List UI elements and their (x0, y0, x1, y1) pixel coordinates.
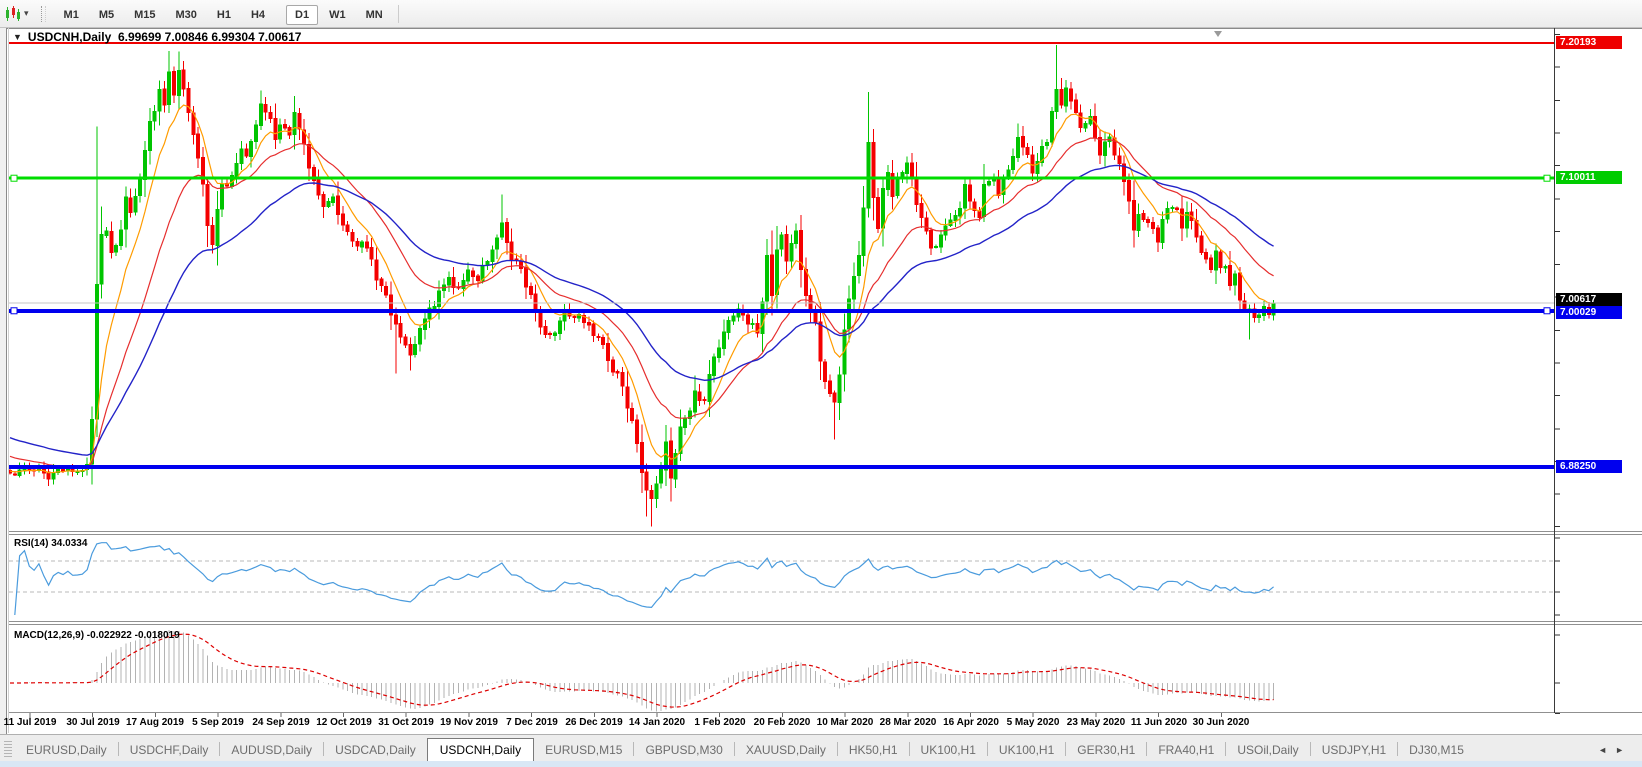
date-label: 5 Sep 2019 (192, 717, 244, 728)
tab-xauusd-daily[interactable]: XAUUSD,Daily (735, 739, 837, 762)
tab-ger30-h1[interactable]: GER30,H1 (1066, 739, 1146, 762)
date-label: 12 Oct 2019 (316, 717, 372, 728)
date-label: 10 Mar 2020 (817, 717, 874, 728)
tab-usdcad-daily[interactable]: USDCAD,Daily (324, 739, 427, 762)
tab-usdjpy-h1[interactable]: USDJPY,H1 (1311, 739, 1397, 762)
tab-fra40-h1[interactable]: FRA40,H1 (1147, 739, 1225, 762)
tab-scroll-left-icon[interactable]: ◄ (1598, 745, 1615, 755)
date-label: 23 May 2020 (1067, 717, 1125, 728)
macd-label: MACD(12,26,9) -0.022922 -0.018019 (14, 630, 180, 641)
date-label: 14 Jan 2020 (629, 717, 685, 728)
rsi-label: RSI(14) 34.0334 (14, 538, 87, 549)
tab-scroll-right-icon[interactable]: ► (1615, 745, 1632, 755)
date-label: 7 Dec 2019 (506, 717, 558, 728)
timeframe-button-d1[interactable]: D1 (286, 5, 318, 25)
chart-tab-bar: EURUSD,DailyUSDCHF,DailyAUDUSD,DailyUSDC… (0, 734, 1642, 762)
date-label: 30 Jul 2019 (66, 717, 119, 728)
date-label: 16 Apr 2020 (943, 717, 999, 728)
toolbar-separator (398, 5, 399, 23)
date-label: 31 Oct 2019 (378, 717, 434, 728)
candlestick-chart-icon[interactable] (4, 6, 22, 22)
support-line-badge: 7.00029 (1556, 306, 1622, 319)
tab-eurusd-daily[interactable]: EURUSD,Daily (15, 739, 118, 762)
status-strip (0, 761, 1642, 767)
tabbar-grip[interactable] (4, 741, 12, 759)
date-label: 11 Jul 2019 (4, 717, 57, 728)
tab-uk100-h1[interactable]: UK100,H1 (910, 739, 987, 762)
tab-hk50-h1[interactable]: HK50,H1 (838, 739, 909, 762)
timeframe-button-h4[interactable]: H4 (242, 5, 274, 25)
chevron-down-icon[interactable]: ▾ (24, 8, 29, 19)
tab-eurusd-m15[interactable]: EURUSD,M15 (534, 739, 633, 762)
lower-support-line-badge: 6.88250 (1556, 460, 1622, 473)
date-label: 24 Sep 2019 (252, 717, 309, 728)
date-label: 1 Feb 2020 (694, 717, 745, 728)
current-price-badge: 7.00617 (1556, 293, 1622, 306)
collapse-triangle-icon[interactable]: ▼ (13, 32, 22, 42)
tab-uk100-h1[interactable]: UK100,H1 (988, 739, 1065, 762)
date-label: 30 Jun 2020 (1193, 717, 1250, 728)
tab-usdcnh-daily[interactable]: USDCNH,Daily (427, 738, 534, 763)
date-label: 17 Aug 2019 (126, 717, 184, 728)
timeframe-button-m1[interactable]: M1 (55, 5, 88, 25)
chart-title[interactable]: ▼ USDCNH,Daily 6.99699 7.00846 6.99304 7.… (13, 30, 301, 44)
timeframe-button-m30[interactable]: M30 (167, 5, 206, 25)
timeframe-button-m15[interactable]: M15 (125, 5, 164, 25)
price-chart-plot[interactable] (0, 0, 1642, 767)
timeframe-toolbar: ▾ M1M5M15M30H1H4 D1W1MN (0, 0, 1642, 28)
tab-audusd-daily[interactable]: AUDUSD,Daily (220, 739, 323, 762)
chart-title-text: USDCNH,Daily 6.99699 7.00846 6.99304 7.0… (28, 30, 302, 44)
date-label: 5 May 2020 (1007, 717, 1060, 728)
date-label: 11 Jun 2020 (1131, 717, 1187, 728)
tab-gbpusd-m30[interactable]: GBPUSD,M30 (634, 739, 733, 762)
tab-scroll-arrows: ◄► (1598, 745, 1632, 755)
timeframe-button-h1[interactable]: H1 (208, 5, 240, 25)
trading-terminal: ▾ M1M5M15M30H1H4 D1W1MN ▼ USDCNH,Daily 6.9… (0, 0, 1642, 767)
timeframe-button-w1[interactable]: W1 (320, 5, 355, 25)
resistance-line-badge: 7.20193 (1556, 36, 1622, 49)
tabs: EURUSD,DailyUSDCHF,DailyAUDUSD,DailyUSDC… (15, 737, 1475, 762)
tab-usdchf-daily[interactable]: USDCHF,Daily (119, 739, 220, 762)
green-line-badge: 7.10011 (1556, 171, 1622, 184)
date-label: 20 Feb 2020 (754, 717, 811, 728)
tab-dj30-m15[interactable]: DJ30,M15 (1398, 739, 1475, 762)
timeframe-button-mn[interactable]: MN (357, 5, 392, 25)
timeframe-button-m5[interactable]: M5 (90, 5, 123, 25)
date-label: 19 Nov 2019 (440, 717, 498, 728)
date-label: 28 Mar 2020 (880, 717, 937, 728)
timeframe-buttons: M1M5M15M30H1H4 D1W1MN (54, 5, 393, 23)
tab-usoil-daily[interactable]: USOil,Daily (1226, 739, 1309, 762)
date-label: 26 Dec 2019 (565, 717, 622, 728)
toolbar-grip[interactable] (41, 6, 46, 22)
